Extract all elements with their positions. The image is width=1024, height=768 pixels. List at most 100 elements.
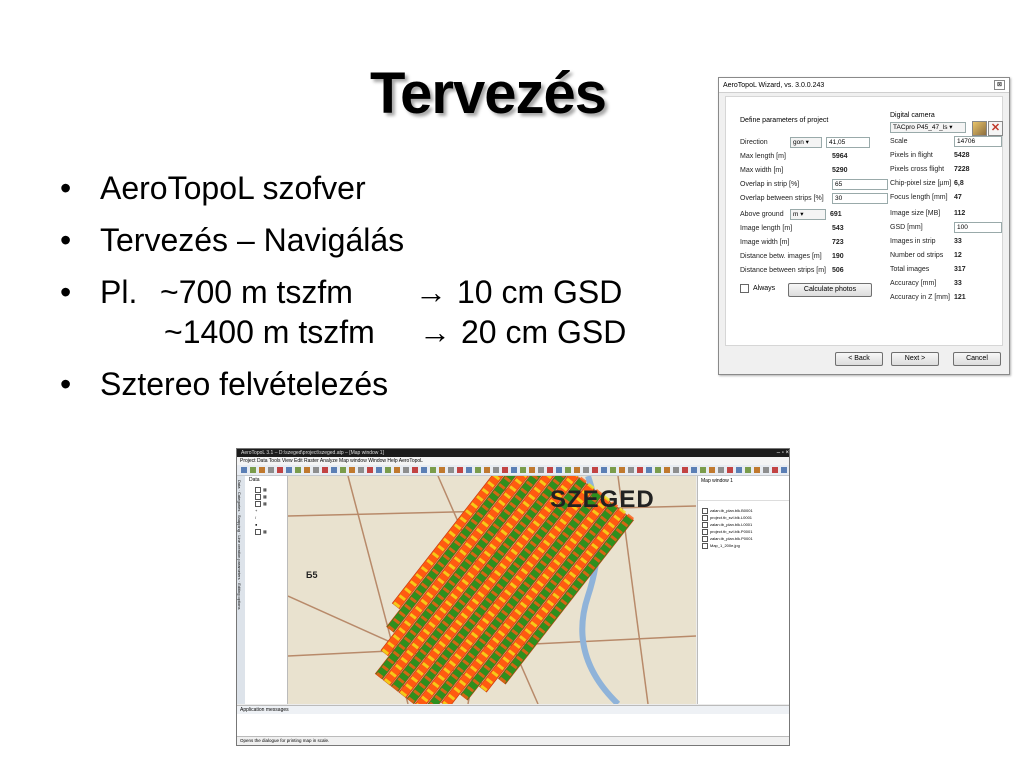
toolbar-button-icon[interactable]	[772, 467, 778, 473]
toolbar-button-icon[interactable]	[385, 467, 391, 473]
tab-categories[interactable]: Categories	[237, 492, 242, 511]
toolbar-button-icon[interactable]	[493, 467, 499, 473]
tree-checkbox[interactable]	[255, 528, 261, 535]
toolbar-button-icon[interactable]	[448, 467, 454, 473]
tab-line-creation[interactable]: Line creation parameters	[237, 535, 242, 579]
tree-node[interactable]: +	[251, 507, 267, 514]
data-tree[interactable]: ▦ ▦ ▦ + / ● ▦	[251, 486, 267, 535]
toolbar-button-icon[interactable]	[574, 467, 580, 473]
gis-toolbar[interactable]	[237, 465, 789, 476]
toolbar-button-icon[interactable]	[277, 467, 283, 473]
toolbar-button-icon[interactable]	[376, 467, 382, 473]
window-controls-icon[interactable]: – ▫ ×	[777, 449, 789, 457]
toolbar-button-icon[interactable]	[646, 467, 652, 473]
overlap-between-input[interactable]: 30	[832, 192, 888, 204]
always-checkbox[interactable]	[740, 283, 749, 293]
vertical-tabs[interactable]: Data · Categories · Snapping · Line crea…	[237, 476, 245, 704]
layer-checkbox[interactable]	[702, 528, 708, 535]
toolbar-button-icon[interactable]	[547, 467, 553, 473]
toolbar-button-icon[interactable]	[349, 467, 355, 473]
toolbar-button-icon[interactable]	[673, 467, 679, 473]
toolbar-button-icon[interactable]	[556, 467, 562, 473]
toolbar-button-icon[interactable]	[538, 467, 544, 473]
toolbar-button-icon[interactable]	[637, 467, 643, 473]
toolbar-button-icon[interactable]	[421, 467, 427, 473]
gis-menubar[interactable]: Project Data Tools View Edit Raster Anal…	[237, 457, 789, 465]
tree-node[interactable]: ▦	[251, 500, 267, 507]
tab-snapping[interactable]: Snapping	[237, 515, 242, 532]
toolbar-button-icon[interactable]	[700, 467, 706, 473]
camera-select[interactable]: TACpro P45_47_ls ▾	[890, 121, 966, 133]
toolbar-button-icon[interactable]	[484, 467, 490, 473]
toolbar-button-icon[interactable]	[565, 467, 571, 473]
toolbar-button-icon[interactable]	[583, 467, 589, 473]
camera-edit-icon[interactable]	[972, 121, 987, 136]
layer-item[interactable]: zalan.tb_plan.blk.B0001	[698, 507, 789, 514]
calculate-photos-button[interactable]: Calculate photos	[788, 283, 872, 297]
toolbar-button-icon[interactable]	[439, 467, 445, 473]
toolbar-button-icon[interactable]	[628, 467, 634, 473]
layer-checkbox[interactable]	[702, 514, 708, 521]
toolbar-button-icon[interactable]	[610, 467, 616, 473]
layer-checkbox[interactable]	[702, 521, 708, 528]
layer-checkbox[interactable]	[702, 542, 708, 549]
tree-node[interactable]: ▦	[251, 486, 267, 493]
toolbar-button-icon[interactable]	[502, 467, 508, 473]
toolbar-button-icon[interactable]	[475, 467, 481, 473]
toolbar-button-icon[interactable]	[619, 467, 625, 473]
toolbar-button-icon[interactable]	[259, 467, 265, 473]
toolbar-button-icon[interactable]	[430, 467, 436, 473]
toolbar-button-icon[interactable]	[781, 467, 787, 473]
close-icon[interactable]: ⊠	[994, 80, 1005, 90]
toolbar-button-icon[interactable]	[340, 467, 346, 473]
toolbar-button-icon[interactable]	[763, 467, 769, 473]
above-ground-unit-select[interactable]: m ▾	[790, 208, 826, 220]
map-canvas[interactable]: SZEGED Б5	[288, 476, 696, 704]
toolbar-button-icon[interactable]	[466, 467, 472, 473]
back-button[interactable]: < Back	[835, 352, 883, 366]
layer-item[interactable]: project.tb_svl.blk.P0001	[698, 528, 789, 535]
toolbar-button-icon[interactable]	[754, 467, 760, 473]
gsd-field-input[interactable]: 100	[954, 221, 1002, 233]
toolbar-button-icon[interactable]	[682, 467, 688, 473]
layer-checkbox[interactable]	[702, 507, 708, 514]
toolbar-button-icon[interactable]	[592, 467, 598, 473]
toolbar-button-icon[interactable]	[322, 467, 328, 473]
layer-item[interactable]: project.tb_svl.blk.L0001	[698, 514, 789, 521]
tree-node[interactable]: ▦	[251, 493, 267, 500]
toolbar-button-icon[interactable]	[718, 467, 724, 473]
tree-node[interactable]: ▦	[251, 528, 267, 535]
toolbar-button-icon[interactable]	[511, 467, 517, 473]
map-window-toolbar[interactable]	[698, 486, 789, 501]
next-button[interactable]: Next >	[891, 352, 939, 366]
toolbar-button-icon[interactable]	[403, 467, 409, 473]
scale-input[interactable]: 14706	[954, 135, 1002, 147]
toolbar-button-icon[interactable]	[736, 467, 742, 473]
layer-item[interactable]: zalan.tb_plan.blk.P0001	[698, 535, 789, 542]
tree-checkbox[interactable]	[255, 486, 261, 493]
toolbar-button-icon[interactable]	[457, 467, 463, 473]
toolbar-button-icon[interactable]	[286, 467, 292, 473]
toolbar-button-icon[interactable]	[367, 467, 373, 473]
tree-checkbox[interactable]	[255, 500, 261, 507]
toolbar-button-icon[interactable]	[709, 467, 715, 473]
layer-list[interactable]: zalan.tb_plan.blk.B0001 project.tb_svl.b…	[698, 501, 789, 549]
toolbar-button-icon[interactable]	[520, 467, 526, 473]
direction-input[interactable]: 41,05	[826, 136, 870, 148]
toolbar-button-icon[interactable]	[691, 467, 697, 473]
toolbar-button-icon[interactable]	[304, 467, 310, 473]
tree-checkbox[interactable]	[255, 493, 261, 500]
toolbar-button-icon[interactable]	[358, 467, 364, 473]
toolbar-button-icon[interactable]	[655, 467, 661, 473]
direction-unit-select[interactable]: gon ▾	[790, 136, 822, 148]
camera-delete-icon[interactable]: ✕	[988, 121, 1003, 136]
toolbar-button-icon[interactable]	[295, 467, 301, 473]
toolbar-button-icon[interactable]	[745, 467, 751, 473]
layer-checkbox[interactable]	[702, 535, 708, 542]
overlap-strip-input[interactable]: 65	[832, 178, 888, 190]
toolbar-button-icon[interactable]	[664, 467, 670, 473]
toolbar-button-icon[interactable]	[241, 467, 247, 473]
tree-node[interactable]: /	[251, 514, 267, 521]
tab-data[interactable]: Data	[237, 480, 242, 488]
toolbar-button-icon[interactable]	[331, 467, 337, 473]
